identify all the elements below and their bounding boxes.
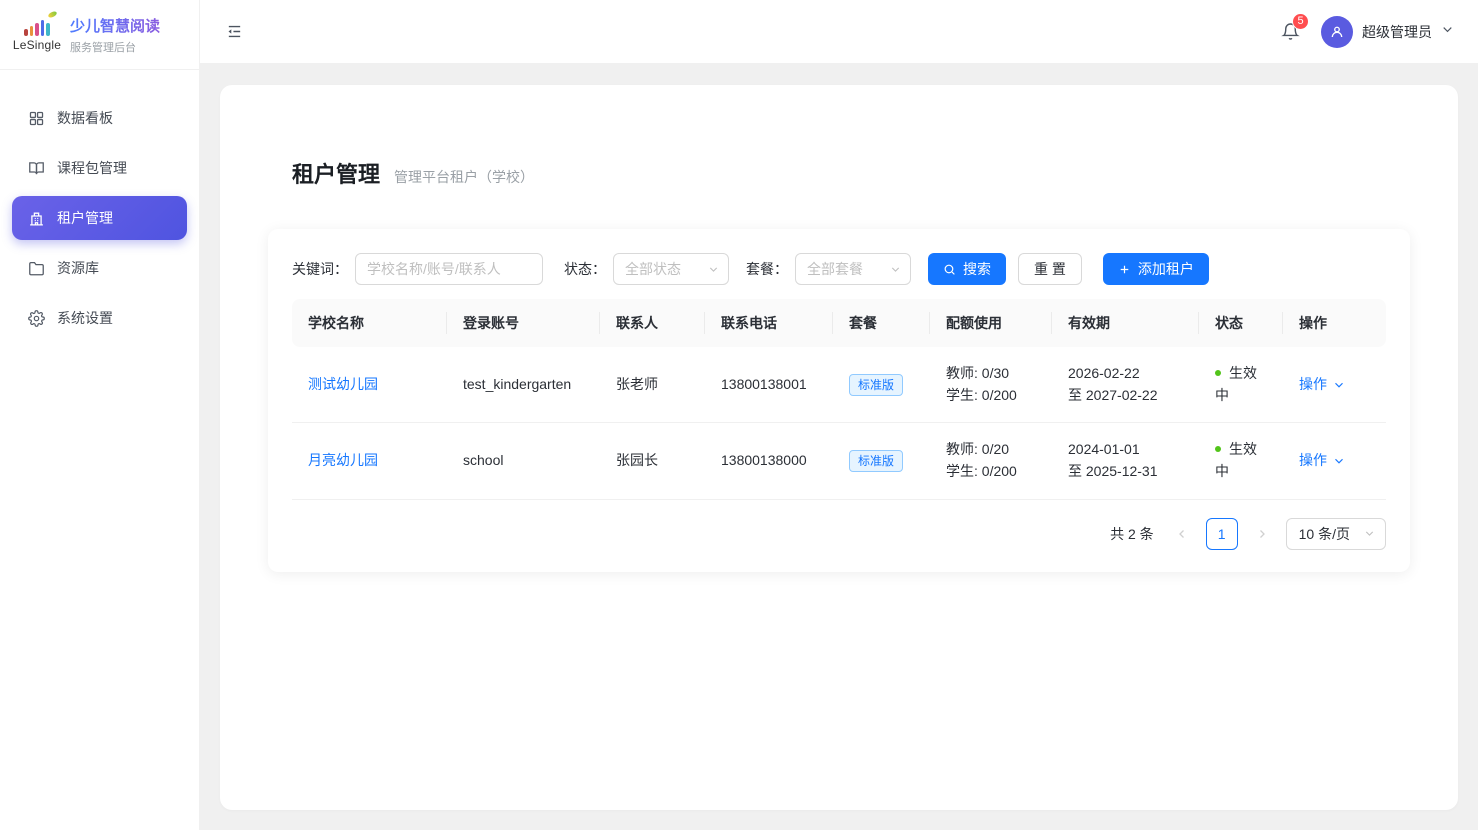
avatar: [1321, 16, 1353, 48]
app-root: LeSingle 少儿智慧阅读 服务管理后台 数据看板 课程包管理: [0, 0, 1478, 830]
sidebar: LeSingle 少儿智慧阅读 服务管理后台 数据看板 课程包管理: [0, 0, 200, 830]
prev-page-icon[interactable]: [1168, 518, 1196, 550]
table-header-row: 学校名称 登录账号 联系人 联系电话 套餐 配额使用 有效期 状态 操作: [292, 299, 1386, 347]
total-count-label: 共 2 条: [1110, 524, 1154, 544]
pagination: 共 2 条 1 10 条/页: [292, 518, 1386, 550]
status-select[interactable]: 全部状态: [613, 253, 729, 285]
chevron-down-icon: [708, 264, 719, 275]
filter-bar: 关键词： 状态： 全部状态 套餐： 全部套餐: [292, 253, 1386, 285]
chevron-down-icon: [890, 264, 901, 275]
col-quota: 配额使用: [930, 299, 1052, 347]
app-subtitle: 服务管理后台: [70, 39, 160, 55]
building-icon: [28, 210, 45, 227]
col-contact: 联系人: [600, 299, 705, 347]
sidebar-item-label: 资源库: [57, 258, 99, 278]
page-size-select[interactable]: 10 条/页: [1286, 518, 1386, 550]
sidebar-item-label: 课程包管理: [57, 158, 127, 178]
plan-badge: 标准版: [849, 374, 903, 396]
row-actions-dropdown[interactable]: 操作: [1299, 450, 1345, 472]
sidebar-item-resources[interactable]: 资源库: [12, 246, 187, 290]
reset-button[interactable]: 重 置: [1018, 253, 1082, 285]
col-account: 登录账号: [447, 299, 600, 347]
plus-icon: [1118, 263, 1131, 276]
phone-cell: 13800138001: [705, 347, 833, 423]
col-actions: 操作: [1283, 299, 1386, 347]
keyword-label: 关键词：: [292, 259, 348, 279]
school-name-link[interactable]: 测试幼儿园: [308, 376, 378, 392]
chevron-down-icon: [1364, 528, 1375, 539]
col-status: 状态: [1199, 299, 1283, 347]
tenant-panel: 关键词： 状态： 全部状态 套餐： 全部套餐: [268, 229, 1410, 572]
chevron-down-icon: [1333, 455, 1345, 467]
contact-cell: 张园长: [600, 423, 705, 499]
chevron-down-icon: [1333, 379, 1345, 391]
phone-cell: 13800138000: [705, 423, 833, 499]
book-icon: [28, 160, 45, 177]
col-plan: 套餐: [833, 299, 930, 347]
validity-cell: 2024-01-01 至 2025-12-31: [1052, 423, 1199, 499]
sidebar-menu: 数据看板 课程包管理 租户管理 资源库: [0, 70, 199, 340]
school-name-link[interactable]: 月亮幼儿园: [308, 452, 378, 468]
contact-cell: 张老师: [600, 347, 705, 423]
quota-cell: 教师: 0/20 学生: 0/200: [930, 423, 1052, 499]
status-label: 状态：: [564, 259, 606, 279]
next-page-icon[interactable]: [1248, 518, 1276, 550]
table-row: 测试幼儿园 test_kindergarten 张老师 13800138001 …: [292, 347, 1386, 423]
col-validity: 有效期: [1052, 299, 1199, 347]
keyword-input[interactable]: [355, 253, 543, 285]
page-content: 租户管理 管理平台租户（学校） 关键词： 状态： 全部状态: [200, 64, 1478, 830]
sidebar-item-label: 系统设置: [57, 308, 113, 328]
sidebar-item-label: 租户管理: [57, 208, 113, 228]
content-card: 租户管理 管理平台租户（学校） 关键词： 状态： 全部状态: [220, 85, 1458, 810]
account-cell: test_kindergarten: [447, 347, 600, 423]
username-label: 超级管理员: [1362, 22, 1432, 42]
row-actions-dropdown[interactable]: 操作: [1299, 374, 1345, 396]
menu-fold-icon[interactable]: [222, 20, 246, 44]
table-row: 月亮幼儿园 school 张园长 13800138000 标准版 教师: 0/2…: [292, 423, 1386, 499]
tenant-table: 学校名称 登录账号 联系人 联系电话 套餐 配额使用 有效期 状态 操作: [292, 299, 1386, 500]
folder-icon: [28, 260, 45, 277]
plan-badge: 标准版: [849, 450, 903, 472]
notification-count-badge: 5: [1292, 13, 1309, 30]
search-icon: [943, 263, 956, 276]
plan-select[interactable]: 全部套餐: [795, 253, 911, 285]
app-title: 少儿智慧阅读: [70, 15, 160, 36]
col-phone: 联系电话: [705, 299, 833, 347]
sidebar-item-label: 数据看板: [57, 108, 113, 128]
gear-icon: [28, 310, 45, 327]
brand-logo: LeSingle 少儿智慧阅读 服务管理后台: [0, 0, 199, 70]
status-dot: [1215, 370, 1221, 376]
validity-cell: 2026-02-22 至 2027-02-22: [1052, 347, 1199, 423]
page-title: 租户管理: [292, 157, 380, 189]
sidebar-item-tenants[interactable]: 租户管理: [12, 196, 187, 240]
status-cell: 生效中: [1199, 347, 1283, 423]
status-dot: [1215, 446, 1221, 452]
top-header: 5 超级管理员: [200, 0, 1478, 64]
plan-label: 套餐：: [746, 259, 788, 279]
brand-name: LeSingle: [13, 38, 61, 52]
page-number-1[interactable]: 1: [1206, 518, 1238, 550]
status-cell: 生效中: [1199, 423, 1283, 499]
col-school: 学校名称: [292, 299, 447, 347]
sidebar-item-settings[interactable]: 系统设置: [12, 296, 187, 340]
dashboard-grid-icon: [28, 110, 45, 127]
lesingle-logo-icon: LeSingle: [14, 18, 60, 52]
page-subtitle: 管理平台租户（学校）: [394, 167, 534, 187]
chevron-down-icon: [1441, 23, 1454, 41]
sidebar-item-dashboard[interactable]: 数据看板: [12, 96, 187, 140]
quota-cell: 教师: 0/30 学生: 0/200: [930, 347, 1052, 423]
notification-bell-icon[interactable]: 5: [1277, 19, 1303, 45]
account-cell: school: [447, 423, 600, 499]
search-button[interactable]: 搜索: [928, 253, 1006, 285]
sidebar-item-course-packages[interactable]: 课程包管理: [12, 146, 187, 190]
user-menu[interactable]: 超级管理员: [1321, 16, 1454, 48]
add-tenant-button[interactable]: 添加租户: [1103, 253, 1209, 285]
